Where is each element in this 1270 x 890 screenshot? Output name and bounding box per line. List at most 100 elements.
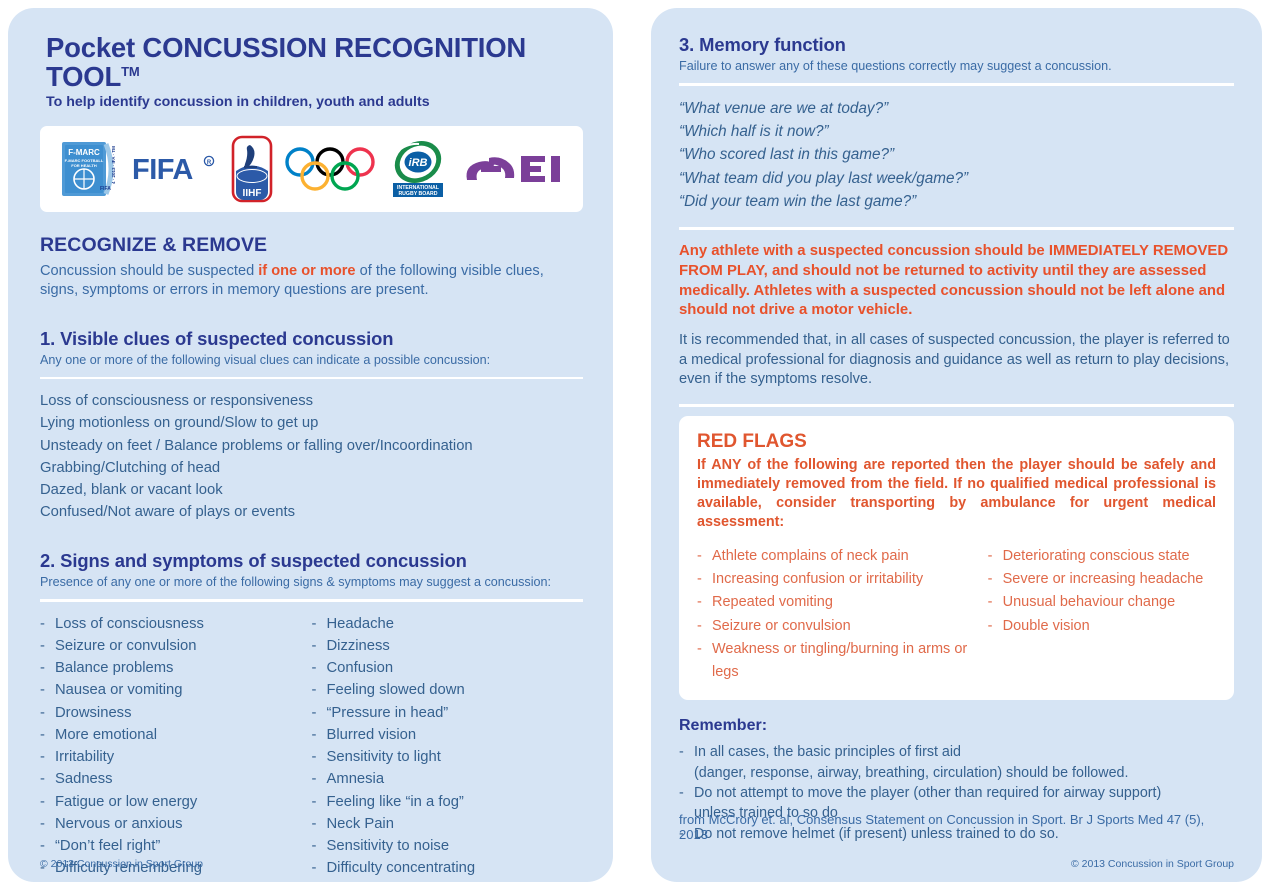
list-item: Feeling like “in a fog” <box>312 791 584 814</box>
list-item: Unsteady on feet / Balance problems or f… <box>40 437 473 454</box>
list-item: In all cases, the basic principles of fi… <box>679 742 1234 783</box>
list-item: “What venue are we at today?” <box>679 99 889 117</box>
list-item: Feeling slowed down <box>312 679 584 702</box>
list-item: Loss of consciousness or responsiveness <box>40 393 314 410</box>
list-item: Weakness or tingling/burning in arms or … <box>697 638 988 684</box>
list-item: “Who scored last in this game?” <box>679 146 895 164</box>
divider <box>679 227 1234 230</box>
list-item: Dazed, blank or vacant look <box>40 481 223 498</box>
list-item: Lying motionless on ground/Slow to get u… <box>40 415 319 432</box>
copyright-right: © 2013 Concussion in Sport Group <box>1071 858 1234 870</box>
trademark-symbol: TM <box>121 63 140 79</box>
memory-questions-list: “What venue are we at today?” “Which hal… <box>679 97 1234 214</box>
citation-wrapper: from McCrory et. al, Consensus Statement… <box>679 812 1234 842</box>
list-item: Seizure or convulsion <box>697 615 988 638</box>
list-item: Drowsiness <box>40 702 312 725</box>
left-panel: Pocket CONCUSSION RECOGNITION TOOLTM To … <box>8 8 613 882</box>
list-item: Headache <box>312 613 584 636</box>
list-item: Repeated vomiting <box>697 591 988 614</box>
list-item: Athlete complains of neck pain <box>697 545 988 568</box>
divider <box>679 83 1234 86</box>
pocket-concussion-recognition-tool-card: Pocket CONCUSSION RECOGNITION TOOLTM To … <box>0 0 1270 890</box>
page-subtitle: To help identify concussion in children,… <box>46 93 430 110</box>
list-item: Deteriorating conscious state <box>988 545 1216 568</box>
list-item: Confusion <box>312 657 584 680</box>
copyright-left: © 2013 Concussion in Sport Group <box>40 858 203 870</box>
source-citation: from McCrory et. al, Consensus Statement… <box>679 812 1205 842</box>
red-flags-columns: Athlete complains of neck pain Increasin… <box>697 545 1216 684</box>
svg-text:FOR HEALTH: FOR HEALTH <box>71 163 97 168</box>
list-item: Sensitivity to noise <box>312 835 584 858</box>
page-title: Pocket CONCUSSION RECOGNITION TOOLTM <box>46 32 583 92</box>
red-flags-column-right: Deteriorating conscious state Severe or … <box>988 545 1216 684</box>
list-item: Loss of consciousness <box>40 613 312 636</box>
intro-accent: if one or more <box>258 262 356 279</box>
svg-text:FIFA: FIFA <box>132 154 193 186</box>
f-marc-logo: F-MARC F-MARC FOOTBALL FOR HEALTH FIFA 4… <box>60 140 122 198</box>
divider <box>40 599 583 602</box>
svg-text:FIFA: FIFA <box>100 186 111 192</box>
red-flags-list-left: Athlete complains of neck pain Increasin… <box>697 545 988 684</box>
list-item: “Which half is it now?” <box>679 123 829 141</box>
sponsor-logo-strip: F-MARC F-MARC FOOTBALL FOR HEALTH FIFA 4… <box>40 125 583 212</box>
signs-symptoms-columns: Loss of consciousness Seizure or convuls… <box>40 613 583 880</box>
remember-item-line-1: In all cases, the basic principles of fi… <box>694 744 961 761</box>
svg-text:RUGBY BOARD: RUGBY BOARD <box>398 191 437 197</box>
irb-logo: iRB INTERNATIONAL RUGBY BOARD <box>385 138 451 200</box>
list-item: Amnesia <box>312 768 584 791</box>
visible-clues-list: Loss of consciousness or responsiveness … <box>40 390 583 522</box>
title-lead: Pocket <box>46 32 143 63</box>
red-flags-box: RED FLAGS If ANY of the following are re… <box>679 415 1234 701</box>
recognize-remove-intro: Concussion should be suspected if one or… <box>40 262 583 301</box>
svg-text:iRB: iRB <box>408 157 427 169</box>
list-item: Increasing confusion or irritability <box>697 568 988 591</box>
list-item: Blurred vision <box>312 724 584 747</box>
divider <box>679 404 1234 407</box>
remember-item-line-1: Do not attempt to move the player (other… <box>694 784 1162 801</box>
list-item: Seizure or convulsion <box>40 635 312 658</box>
remember-item-line-2: (danger, response, airway, breathing, ci… <box>694 764 1129 781</box>
list-item: Nausea or vomiting <box>40 679 312 702</box>
remember-heading: Remember: <box>679 717 768 735</box>
list-item: Balance problems <box>40 657 312 680</box>
list-item: Dizziness <box>312 635 584 658</box>
list-item: Confused/Not aware of plays or events <box>40 503 295 520</box>
svg-text:IIHF: IIHF <box>243 188 262 199</box>
fifa-logo: FIFA R <box>130 149 222 189</box>
svg-text:4 · 2013 · IFA · TM: 4 · 2013 · IFA · TM <box>111 146 116 184</box>
signs-symptoms-list-right: Headache Dizziness Confusion Feeling slo… <box>312 613 584 880</box>
section-1-heading: 1. Visible clues of suspected concussion <box>40 327 394 349</box>
list-item: “Don’t feel right” <box>40 835 312 858</box>
immediate-removal-warning: Any athlete with a suspected concussion … <box>679 242 1229 319</box>
list-item: “What team did you play last week/game?” <box>679 169 969 187</box>
iihf-logo: IIHF <box>230 135 274 203</box>
list-item: Difficulty concentrating <box>312 857 584 880</box>
red-flags-intro: If ANY of the following are reported the… <box>697 456 1216 530</box>
signs-symptoms-list-left: Loss of consciousness Seizure or convuls… <box>40 613 312 880</box>
fei-logo <box>459 146 563 192</box>
divider <box>40 376 583 380</box>
red-flags-title: RED FLAGS <box>697 430 807 452</box>
list-item: “Pressure in head” <box>312 702 584 725</box>
list-item: Irritability <box>40 746 312 769</box>
red-flags-list-right: Deteriorating conscious state Severe or … <box>988 545 1216 638</box>
list-item: Sensitivity to light <box>312 746 584 769</box>
list-item: Double vision <box>988 615 1216 638</box>
section-3-subnote: Failure to answer any of these questions… <box>679 59 1112 73</box>
olympic-rings-logo <box>283 147 377 191</box>
right-panel: 3. Memory function Failure to answer any… <box>651 8 1262 882</box>
list-item: Unusual behaviour change <box>988 591 1216 614</box>
list-item: “Did your team win the last game?” <box>679 193 917 211</box>
svg-text:R: R <box>207 160 212 166</box>
section-2-heading: 2. Signs and symptoms of suspected concu… <box>40 549 467 571</box>
list-item: More emotional <box>40 724 312 747</box>
list-item: Neck Pain <box>312 813 584 836</box>
medical-referral-recommendation: It is recommended that, in all cases of … <box>679 332 1230 387</box>
list-item: Sadness <box>40 768 312 791</box>
list-item: Fatigue or low energy <box>40 791 312 814</box>
signs-symptoms-column-right: Headache Dizziness Confusion Feeling slo… <box>312 613 584 880</box>
